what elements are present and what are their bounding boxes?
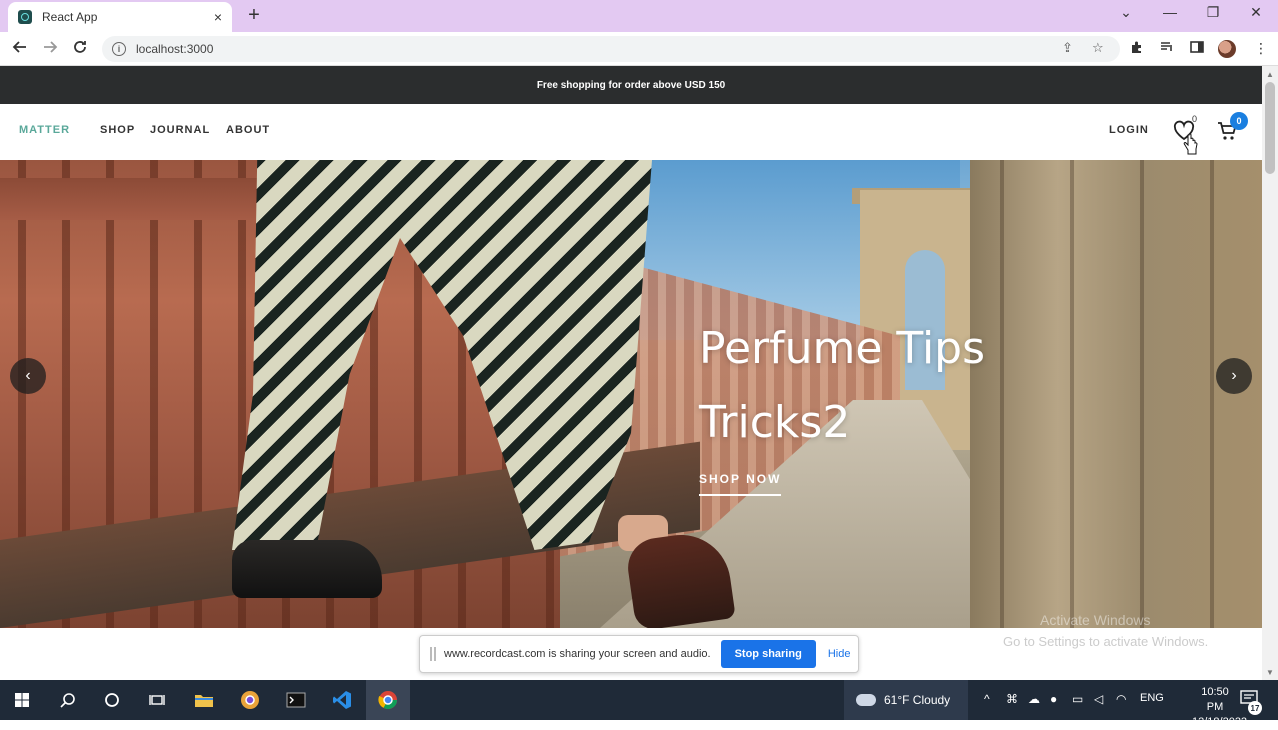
reload-icon[interactable]: [70, 39, 90, 59]
activate-windows-title: Activate Windows: [1040, 612, 1151, 628]
tab-search-chevron-icon[interactable]: ⌄: [1116, 4, 1136, 21]
nav-link-about[interactable]: ABOUT: [226, 124, 270, 136]
window-minimize-button[interactable]: —: [1160, 4, 1180, 20]
drag-grip-icon[interactable]: [430, 647, 436, 661]
address-url: localhost:3000: [136, 42, 214, 56]
scroll-up-icon[interactable]: ▲: [1266, 70, 1274, 79]
forward-arrow-icon[interactable]: [40, 39, 60, 59]
screen-share-bar: www.recordcast.com is sharing your scree…: [419, 635, 859, 673]
slider-next-arrow-icon[interactable]: ›: [1216, 358, 1252, 394]
cart-count-badge: 0: [1230, 112, 1248, 130]
tray-battery-icon[interactable]: ▭: [1072, 692, 1083, 706]
tray-volume-icon[interactable]: ◁: [1094, 692, 1103, 706]
hide-share-bar-button[interactable]: Hide: [828, 648, 851, 660]
task-view-icon[interactable]: [145, 688, 169, 712]
site-header: MATTER SHOP JOURNAL ABOUT LOGIN 0 0: [0, 104, 1262, 160]
share-icon[interactable]: ⇪: [1062, 40, 1073, 56]
address-input[interactable]: i localhost:3000 ⇪ ☆: [102, 36, 1120, 62]
windows-start-icon[interactable]: [10, 688, 34, 712]
clock-time: 10:50 PM: [1201, 686, 1229, 713]
cloud-icon: [856, 694, 876, 706]
site-info-icon[interactable]: i: [112, 42, 126, 56]
page-scrollbar[interactable]: ▲ ▼: [1262, 66, 1278, 680]
windows-taskbar: 61°F Cloudy ^ ⌘ ☁ ● ▭ ◁ ◠ ENG 10:50 PM 1…: [0, 680, 1278, 728]
chrome-alt-icon[interactable]: [238, 688, 262, 712]
terminal-icon[interactable]: [284, 688, 308, 712]
weather-widget[interactable]: 61°F Cloudy: [844, 680, 968, 720]
notifications-count-badge: 17: [1248, 701, 1262, 715]
activate-windows-subtitle: Go to Settings to activate Windows.: [1003, 634, 1209, 649]
scrollbar-thumb[interactable]: [1265, 82, 1275, 174]
slider-prev-arrow-icon[interactable]: ‹: [10, 358, 46, 394]
shop-now-button[interactable]: SHOP NOW: [699, 472, 782, 496]
tray-network-icon[interactable]: ⌘: [1006, 692, 1018, 706]
taskbar-search-icon[interactable]: [56, 688, 80, 712]
wishlist-count: 0: [1192, 114, 1198, 124]
tray-mic-icon[interactable]: ●: [1050, 692, 1057, 706]
nav-link-journal[interactable]: JOURNAL: [150, 124, 210, 136]
window-close-button[interactable]: ✕: [1246, 4, 1266, 21]
promo-banner: Free shopping for order above USD 150: [0, 66, 1262, 104]
file-explorer-icon[interactable]: [192, 688, 216, 712]
chrome-icon[interactable]: [376, 688, 400, 712]
hand-cursor-icon: [1183, 133, 1199, 157]
media-queue-icon[interactable]: [1158, 40, 1176, 57]
browser-tab[interactable]: React App ×: [8, 2, 232, 32]
taskbar-clock[interactable]: 10:50 PM 12/18/2022: [1192, 685, 1248, 730]
tab-close-icon[interactable]: ×: [214, 9, 222, 25]
clock-date: 12/18/2022: [1192, 716, 1248, 728]
hero-shoe-left: [232, 540, 382, 598]
browser-toolbar: i localhost:3000 ⇪ ☆ ⋮: [0, 32, 1278, 66]
stop-sharing-button[interactable]: Stop sharing: [720, 640, 816, 668]
tab-title: React App: [42, 10, 98, 24]
tray-cloud-icon[interactable]: ☁: [1028, 692, 1040, 706]
browser-tab-bar: React App × + ⌄ — ❐ ✕: [0, 0, 1278, 32]
bookmark-star-icon[interactable]: ☆: [1092, 40, 1104, 56]
side-panel-icon[interactable]: [1188, 40, 1206, 57]
scroll-down-icon[interactable]: ▼: [1266, 668, 1274, 677]
react-app-favicon-icon: [18, 10, 32, 24]
window-restore-button[interactable]: ❐: [1203, 4, 1223, 21]
share-message: www.recordcast.com is sharing your scree…: [444, 648, 711, 660]
hero-title: Perfume Tips Tricks2: [699, 323, 986, 448]
weather-text: 61°F Cloudy: [884, 693, 951, 707]
profile-avatar[interactable]: [1218, 40, 1236, 58]
cortana-icon[interactable]: [100, 688, 124, 712]
extensions-puzzle-icon[interactable]: [1128, 40, 1146, 57]
promo-text: Free shopping for order above USD 150: [536, 79, 726, 91]
language-indicator[interactable]: ENG: [1140, 692, 1164, 704]
vscode-icon[interactable]: [330, 688, 354, 712]
brand-logo[interactable]: MATTER: [19, 124, 70, 136]
back-arrow-icon[interactable]: [10, 39, 30, 59]
nav-link-shop[interactable]: SHOP: [100, 124, 135, 136]
browser-menu-icon[interactable]: ⋮: [1252, 40, 1270, 57]
login-link[interactable]: LOGIN: [1109, 124, 1149, 136]
tray-chevron-icon[interactable]: ^: [984, 692, 990, 706]
tray-wifi-icon[interactable]: ◠: [1116, 692, 1126, 706]
new-tab-button[interactable]: +: [244, 4, 264, 26]
